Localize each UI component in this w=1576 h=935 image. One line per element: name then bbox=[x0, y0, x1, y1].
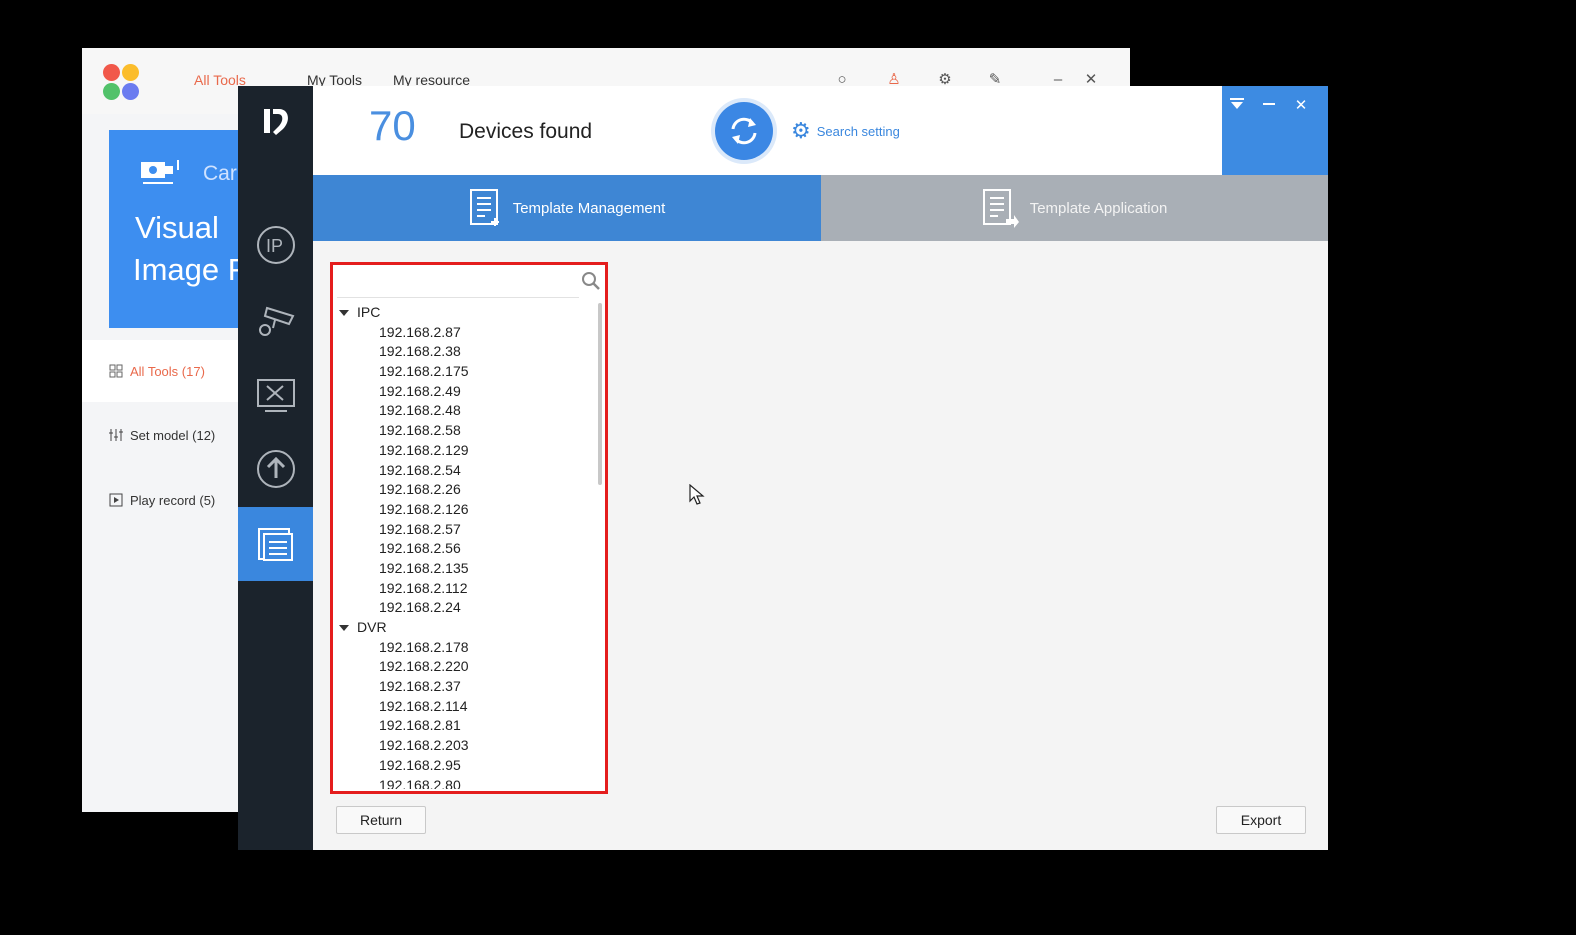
banner-title-line1: Visual bbox=[135, 210, 219, 245]
devices-found-label: Devices found bbox=[459, 120, 593, 143]
search-setting-label: Search setting bbox=[816, 123, 900, 139]
window-controls: ✕ bbox=[1222, 86, 1328, 175]
tree-group-label: IPC bbox=[357, 304, 381, 320]
tree-device-item[interactable]: 192.168.2.203 bbox=[339, 736, 594, 756]
template-tabs: Template Management Template Application bbox=[313, 175, 1328, 241]
sidebar-item-label: Set model (12) bbox=[130, 427, 216, 443]
tree-group-dvr[interactable]: DVR bbox=[339, 618, 594, 638]
config-tool-window: IP 70 Devices found ⚙ Search setting ✕ T… bbox=[238, 86, 1328, 850]
tree-device-item[interactable]: 192.168.2.95 bbox=[339, 756, 594, 776]
gear-icon: ⚙ bbox=[791, 118, 811, 143]
tab-template-application[interactable]: Template Application bbox=[821, 175, 1328, 241]
tab-template-management[interactable]: Template Management bbox=[313, 175, 821, 241]
tree-device-item[interactable]: 192.168.2.114 bbox=[339, 697, 594, 717]
grid-icon bbox=[109, 364, 123, 378]
tree-device-item[interactable]: 192.168.2.135 bbox=[339, 559, 594, 579]
tree-device-item[interactable]: 192.168.2.38 bbox=[339, 342, 594, 362]
tab-label: Template Application bbox=[1029, 199, 1168, 217]
device-count: 70 bbox=[369, 102, 416, 149]
device-tree: IPC 192.168.2.87 192.168.2.38 192.168.2.175… bbox=[339, 303, 594, 789]
device-search-input[interactable] bbox=[337, 269, 579, 298]
sliders-icon bbox=[109, 429, 123, 441]
banner-subtitle: Car bbox=[203, 162, 237, 185]
launcher-logo-icon bbox=[103, 64, 139, 100]
sidebar-item-all-tools[interactable]: All Tools (17) bbox=[82, 340, 238, 402]
template-management-icon bbox=[469, 189, 499, 226]
device-tree-panel: IPC 192.168.2.87 192.168.2.38 192.168.2.175… bbox=[330, 262, 608, 794]
sidebar-item-label: Play record (5) bbox=[130, 492, 216, 508]
camera-tool-icon bbox=[141, 160, 179, 184]
svg-text:IP: IP bbox=[266, 236, 283, 256]
tree-device-item[interactable]: 192.168.2.58 bbox=[339, 421, 594, 441]
tree-group-label: DVR bbox=[357, 619, 387, 635]
tree-group-ipc[interactable]: IPC bbox=[339, 303, 594, 323]
tree-device-item[interactable]: 192.168.2.80 bbox=[339, 776, 594, 790]
tab-label: Template Management bbox=[512, 199, 666, 217]
banner-title-line2: Image F bbox=[133, 252, 247, 287]
tree-device-item[interactable]: 192.168.2.220 bbox=[339, 657, 594, 677]
upgrade-icon[interactable] bbox=[238, 432, 313, 506]
tree-device-item[interactable]: 192.168.2.48 bbox=[339, 401, 594, 421]
search-icon[interactable] bbox=[581, 271, 601, 291]
tree-device-item[interactable]: 192.168.2.126 bbox=[339, 500, 594, 520]
template-application-icon bbox=[982, 189, 1019, 228]
expand-arrow-icon[interactable] bbox=[339, 309, 349, 316]
tree-device-item[interactable]: 192.168.2.54 bbox=[339, 461, 594, 481]
tree-device-item[interactable]: 192.168.2.56 bbox=[339, 539, 594, 559]
refresh-icon bbox=[731, 117, 757, 145]
close-icon[interactable]: ✕ bbox=[1291, 96, 1311, 116]
tree-device-item[interactable]: 192.168.2.175 bbox=[339, 362, 594, 382]
app-header: 70 Devices found ⚙ Search setting ✕ bbox=[313, 86, 1328, 175]
mouse-cursor-icon bbox=[689, 484, 705, 505]
minimize-icon[interactable] bbox=[1259, 96, 1279, 116]
ip-icon[interactable]: IP bbox=[238, 208, 313, 282]
sidebar-item-play-record[interactable]: Play record (5) bbox=[82, 485, 215, 515]
tree-device-item[interactable]: 192.168.2.37 bbox=[339, 677, 594, 697]
dropdown-menu-icon[interactable] bbox=[1227, 96, 1247, 116]
template-icon[interactable] bbox=[238, 507, 313, 581]
camera-settings-icon[interactable] bbox=[238, 282, 313, 356]
tools-icon[interactable] bbox=[238, 358, 313, 432]
return-button[interactable]: Return bbox=[336, 806, 426, 834]
export-button[interactable]: Export bbox=[1216, 806, 1306, 834]
tree-device-item[interactable]: 192.168.2.129 bbox=[339, 441, 594, 461]
tree-device-item[interactable]: 192.168.2.87 bbox=[339, 323, 594, 343]
sidebar-item-set-model[interactable]: Set model (12) bbox=[82, 420, 215, 450]
tree-device-item[interactable]: 192.168.2.81 bbox=[339, 716, 594, 736]
tree-device-item[interactable]: 192.168.2.57 bbox=[339, 520, 594, 540]
play-icon bbox=[109, 493, 123, 507]
tree-device-item[interactable]: 192.168.2.49 bbox=[339, 382, 594, 402]
app-logo-icon bbox=[238, 86, 313, 158]
left-nav: IP bbox=[238, 86, 313, 850]
tree-device-item[interactable]: 192.168.2.112 bbox=[339, 579, 594, 599]
tree-device-item[interactable]: 192.168.2.178 bbox=[339, 638, 594, 658]
search-setting-link[interactable]: ⚙ Search setting bbox=[791, 118, 900, 143]
refresh-button[interactable] bbox=[715, 102, 773, 160]
tree-device-item[interactable]: 192.168.2.24 bbox=[339, 598, 594, 618]
expand-arrow-icon[interactable] bbox=[339, 624, 349, 631]
tree-device-item[interactable]: 192.168.2.26 bbox=[339, 480, 594, 500]
sidebar-item-label: All Tools (17) bbox=[130, 363, 205, 379]
tree-scrollbar[interactable] bbox=[598, 303, 602, 485]
